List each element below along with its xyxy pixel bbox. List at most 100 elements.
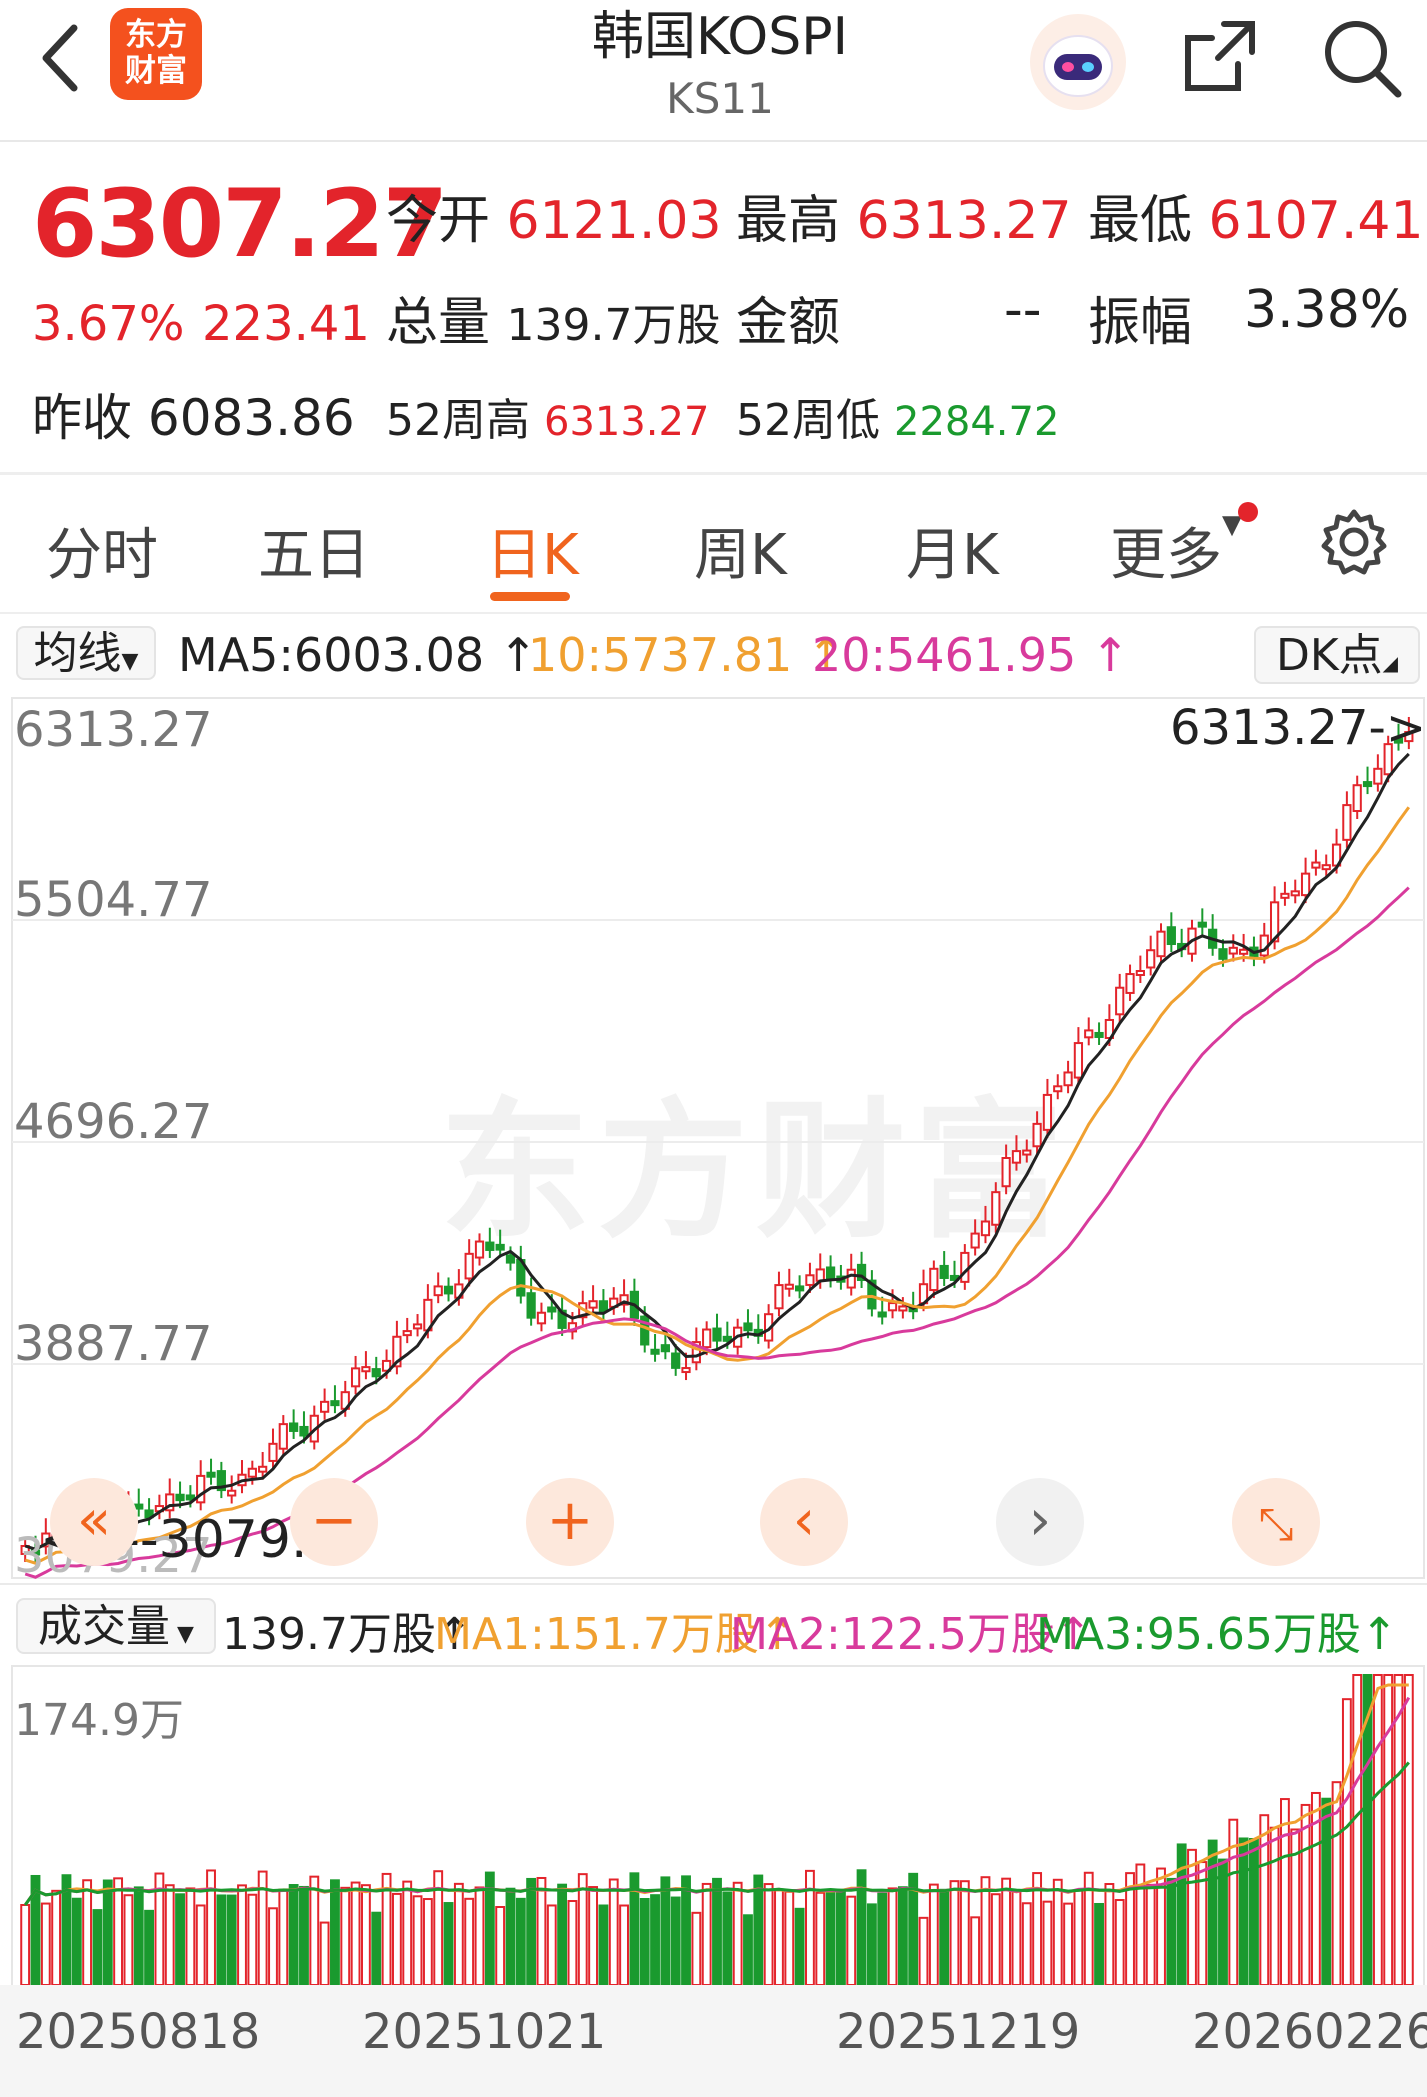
candle-body (247, 1467, 257, 1478)
candle-body (320, 1400, 330, 1413)
volume-bar (536, 1876, 547, 1986)
share-icon[interactable] (1180, 16, 1260, 96)
tab-daily-k[interactable]: 日K (486, 510, 579, 591)
candle-body (980, 1220, 991, 1237)
volume-bar (412, 1895, 423, 1986)
volume-bar (268, 1907, 278, 1986)
high-stat: 最高 6313.27 (736, 178, 1072, 253)
volume-bar (691, 1911, 702, 1987)
volume-chart[interactable] (0, 1660, 1427, 1990)
volume-bar (660, 1876, 671, 1986)
high-label: 最高 (736, 191, 841, 251)
candle-body (464, 1252, 474, 1280)
volume-bar (402, 1880, 413, 1986)
volume-bar (608, 1878, 619, 1986)
volume-bar (123, 1894, 134, 1986)
candle-body (722, 1335, 732, 1342)
scroll-start-button[interactable]: « (50, 1478, 138, 1566)
candle-body (299, 1425, 309, 1437)
zoom-in-button[interactable]: + (526, 1478, 614, 1566)
candle-body (588, 1300, 598, 1309)
ma-line (24, 752, 1410, 1551)
volume-axis-max: 174.9万 (14, 1695, 184, 1746)
candle-body (1290, 890, 1300, 897)
candle-body (598, 1300, 609, 1313)
volume-bar (598, 1904, 609, 1987)
scroll-right-button[interactable]: › (996, 1478, 1084, 1566)
prev-close-label: 昨收 (32, 389, 132, 447)
volume-bar (1269, 1826, 1280, 1986)
tab-intraday[interactable]: 分时 (46, 510, 158, 591)
volume-bar (949, 1880, 960, 1986)
scroll-left-button[interactable]: ‹ (760, 1478, 848, 1566)
candle-body (474, 1240, 485, 1259)
candle-body (825, 1266, 836, 1281)
volume-bar (784, 1890, 795, 1986)
volume-bar (546, 1904, 557, 1986)
indicator-select[interactable]: 均线▼ (16, 626, 156, 680)
volume-bar (557, 1883, 568, 1986)
tab-five-day[interactable]: 五日 (258, 510, 370, 591)
volume-bar (453, 1882, 464, 1986)
candle-body (495, 1243, 505, 1251)
search-icon[interactable] (1318, 14, 1404, 100)
low-value: 6107.41 (1208, 191, 1424, 251)
app-logo[interactable]: 东方 财富 (110, 8, 202, 100)
candle-body (1362, 781, 1373, 788)
candle-body (1156, 930, 1166, 958)
ma5-value: MA5:6003.08 ↑ (178, 628, 538, 682)
amplitude-label: 振幅 (1088, 293, 1193, 353)
volume-bar (391, 1892, 402, 1987)
volume-indicator-select[interactable]: 成交量 ▼ (16, 1598, 216, 1654)
candle-body (815, 1268, 825, 1282)
volume-bar (340, 1886, 351, 1987)
w52-low-label: 52周低 (736, 395, 880, 446)
fullscreen-button[interactable]: ⤡ (1232, 1478, 1320, 1566)
chevron-left-icon[interactable] (30, 18, 90, 98)
candle-body (1146, 949, 1156, 969)
gear-icon[interactable] (1318, 506, 1390, 578)
candlestick-chart[interactable] (0, 690, 1427, 1585)
candle-body (702, 1328, 712, 1349)
date-label: 20251021 (362, 2004, 607, 2060)
tab-more-label: 更多 (1110, 523, 1222, 588)
volume-bar (288, 1884, 299, 1986)
volume-bar (1187, 1848, 1197, 1986)
active-tab-indicator (490, 592, 570, 601)
volume-bar (1352, 1674, 1363, 1986)
prev-close: 昨收 6083.86 (32, 378, 355, 450)
quote-divider (0, 472, 1427, 475)
expand-icon: ⤡ (1258, 1499, 1294, 1550)
dk-point-button[interactable]: DK点◢ (1254, 626, 1420, 684)
volume-bar (1011, 1890, 1022, 1987)
volume-bar (92, 1909, 103, 1986)
corner-caret-icon: ◢ (1382, 651, 1399, 675)
candle-body (1053, 1085, 1063, 1093)
volume-bar (887, 1887, 898, 1986)
candle-body (1115, 986, 1125, 1016)
volume-bar (1321, 1797, 1332, 1986)
open-stat: 今开 6121.03 (386, 178, 722, 253)
candle-body (547, 1306, 557, 1313)
volume-value: 139.7万股 (506, 300, 721, 351)
w52-low-value: 2284.72 (894, 399, 1060, 445)
tab-more[interactable]: 更多▼ (1110, 510, 1242, 591)
robot-icon[interactable] (1028, 12, 1128, 112)
tab-monthly-k[interactable]: 月K (906, 510, 999, 591)
header-divider (0, 140, 1427, 142)
volume-bar (567, 1900, 578, 1986)
volume-bar (939, 1888, 950, 1986)
candle-body (991, 1191, 1001, 1226)
volume-bar (464, 1897, 475, 1987)
volume-bar (1166, 1877, 1177, 1986)
volume-bars (11, 1665, 1425, 1990)
open-label: 今开 (386, 191, 491, 251)
volume-bar (970, 1916, 981, 1986)
logo-text-bottom: 财富 (125, 53, 187, 89)
zoom-out-button[interactable]: − (290, 1478, 378, 1566)
candle-body (505, 1254, 516, 1264)
volume-bar (71, 1897, 82, 1986)
volume-bar (20, 1904, 31, 1986)
tab-weekly-k[interactable]: 周K (694, 510, 787, 591)
volume-bar (113, 1877, 124, 1986)
